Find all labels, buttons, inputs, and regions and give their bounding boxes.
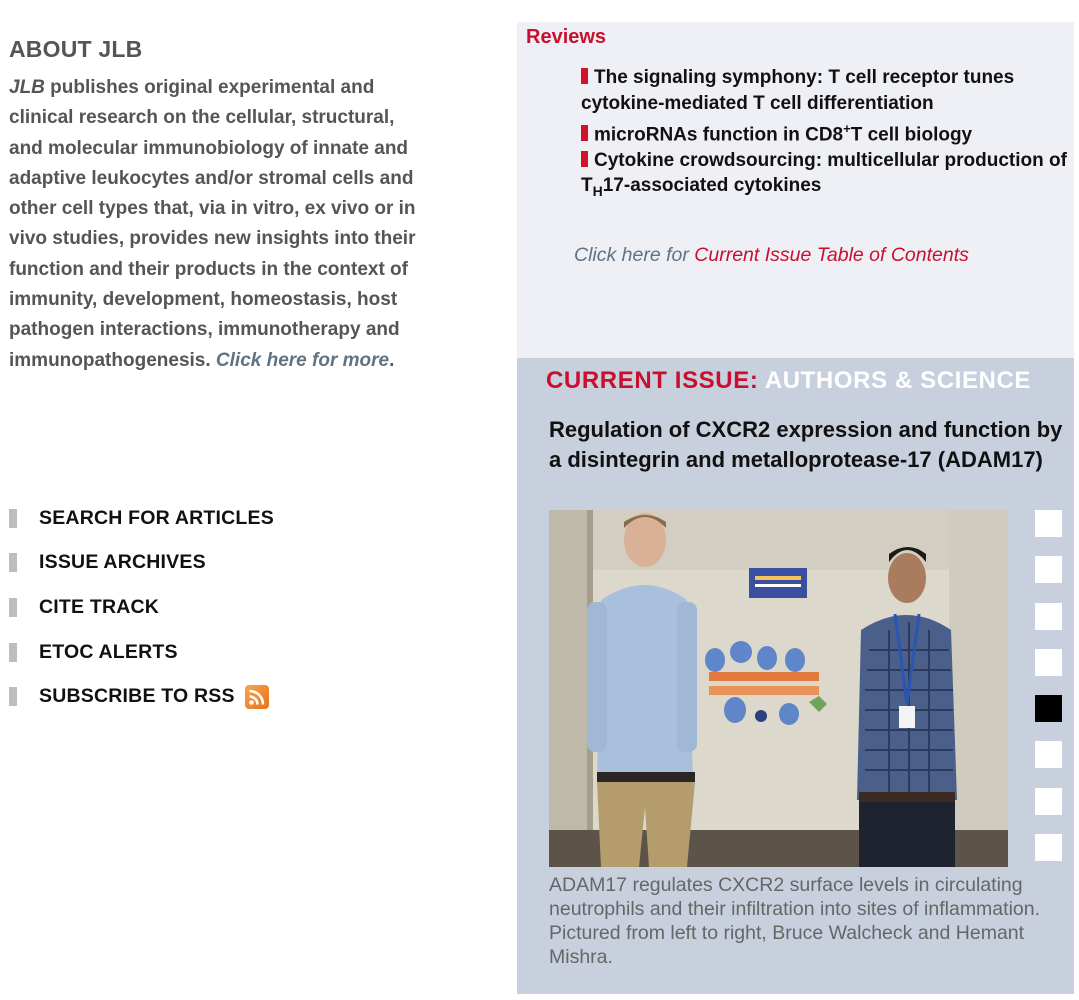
featured-photo[interactable] xyxy=(549,510,1008,867)
review-text-tail: 17-associated cytokines xyxy=(602,175,822,197)
authors-science-label: AUTHORS & SCIENCE xyxy=(764,367,1032,394)
about-title: ABOUT JLB xyxy=(9,36,143,62)
slide-dot-7[interactable] xyxy=(1035,787,1062,815)
slide-dot-1[interactable] xyxy=(1035,510,1062,537)
review-link-signaling-symphony[interactable]: The signaling symphony: T cell receptor … xyxy=(581,65,1069,116)
review-link-micrornas[interactable]: microRNAs function in CD8+T cell biology xyxy=(581,116,1069,148)
current-issue-panel: CURRENT ISSUE: AUTHORS & SCIENCE Regulat… xyxy=(517,358,1074,994)
sidebar-nav: SEARCH FOR ARTICLES ISSUE ARCHIVES CITE … xyxy=(9,496,409,719)
slide-selector xyxy=(1035,510,1063,880)
toc-prefix: Click here for xyxy=(574,244,695,266)
review-subscript: H xyxy=(592,183,603,200)
slide-dot-8[interactable] xyxy=(1035,834,1062,862)
nav-item-etoc-alerts[interactable]: ETOC ALERTS xyxy=(9,630,409,675)
nav-label: ETOC ALERTS xyxy=(39,640,178,663)
slide-dot-3[interactable] xyxy=(1035,602,1062,630)
reviews-title: Reviews xyxy=(526,26,607,48)
toc-line: Click here for Current Issue Table of Co… xyxy=(574,244,969,267)
nav-label: SUBSCRIBE TO RSS xyxy=(39,685,235,708)
nav-marker xyxy=(9,508,17,528)
nav-marker xyxy=(9,642,17,662)
nav-marker xyxy=(9,687,17,707)
about-tail: . xyxy=(389,349,395,371)
red-bullet xyxy=(581,125,588,142)
red-bullet xyxy=(581,68,588,84)
slide-dot-6[interactable] xyxy=(1035,741,1062,769)
journal-name: JLB xyxy=(9,77,45,98)
nav-item-cite-track[interactable]: CITE TRACK xyxy=(9,585,409,630)
current-issue-header: CURRENT ISSUE: AUTHORS & SCIENCE xyxy=(546,367,1031,395)
reviews-panel: Reviews The signaling symphony: T cell r… xyxy=(517,22,1074,358)
nav-label: SEARCH FOR ARTICLES xyxy=(39,506,274,529)
review-list: The signaling symphony: T cell receptor … xyxy=(581,65,1069,205)
nav-marker xyxy=(9,597,17,617)
nav-item-search-for-articles[interactable]: SEARCH FOR ARTICLES xyxy=(9,496,409,541)
slide-dot-2[interactable] xyxy=(1035,556,1062,584)
about-section: ABOUT JLB JLB publishes original experim… xyxy=(9,36,429,376)
review-text-tail: T cell biology xyxy=(850,124,973,146)
nav-label: CITE TRACK xyxy=(39,595,160,618)
featured-article-title[interactable]: Regulation of CXCR2 expression and funct… xyxy=(549,415,1073,475)
red-bullet xyxy=(581,150,588,167)
review-text: The signaling symphony: T cell receptor … xyxy=(581,67,1015,114)
review-text: microRNAs function in CD8 xyxy=(594,124,844,146)
nav-marker xyxy=(9,553,17,573)
click-here-for-more-link[interactable]: Click here for more xyxy=(216,350,389,371)
nav-label: ISSUE ARCHIVES xyxy=(39,551,206,574)
current-issue-toc-link[interactable]: Current Issue Table of Contents xyxy=(694,244,969,266)
rss-icon[interactable] xyxy=(244,684,269,709)
nav-item-issue-archives[interactable]: ISSUE ARCHIVES xyxy=(9,541,409,586)
review-superscript: + xyxy=(843,121,851,136)
nav-item-subscribe-to-rss[interactable]: SUBSCRIBE TO RSS xyxy=(9,674,409,719)
slide-dot-4[interactable] xyxy=(1035,648,1062,676)
current-issue-label: CURRENT ISSUE: xyxy=(546,367,759,394)
about-body-text: publishes original experimental and clin… xyxy=(9,77,416,371)
slide-dot-5-active[interactable] xyxy=(1035,695,1062,723)
about-description: JLB publishes original experimental and … xyxy=(9,73,429,376)
review-link-cytokine-crowdsourcing[interactable]: Cytokine crowdsourcing: multicellular pr… xyxy=(581,148,1069,205)
photo-caption: ADAM17 regulates CXCR2 surface levels in… xyxy=(549,874,1041,968)
